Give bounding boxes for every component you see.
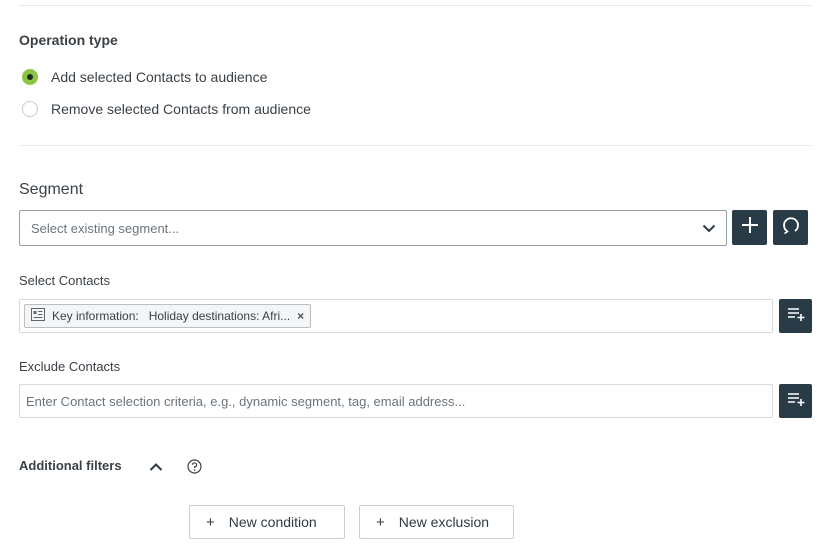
top-divider [19,5,812,6]
chevron-down-icon [702,221,716,240]
select-contacts-field[interactable]: Key information: Holiday destinations: A… [19,299,773,333]
plus-icon [741,216,759,239]
radio-label: Add selected Contacts to audience [51,69,268,85]
refresh-icon [782,216,800,239]
exclude-contacts-input[interactable]: Enter Contact selection criteria, e.g., … [19,384,773,418]
radio-label: Remove selected Contacts from audience [51,101,311,117]
operation-type-heading: Operation type [19,32,118,48]
exclude-contacts-placeholder: Enter Contact selection criteria, e.g., … [26,394,466,409]
new-condition-button[interactable]: + New condition [189,505,345,539]
select-contacts-label: Select Contacts [19,273,111,288]
additional-filters-label[interactable]: Additional filters [19,458,122,473]
plus-icon: + [376,513,385,531]
exclude-contacts-list-button[interactable] [779,384,812,418]
section-divider [19,145,812,146]
radio-add-contacts[interactable]: Add selected Contacts to audience [22,67,267,87]
chip-text: Key information: Holiday destinations: A… [52,309,291,323]
radio-remove-contacts[interactable]: Remove selected Contacts from audience [22,99,311,119]
new-exclusion-button[interactable]: + New exclusion [359,505,514,539]
question-circle-icon[interactable] [187,459,202,479]
list-add-icon [787,307,805,326]
refresh-segments-button[interactable] [773,210,808,245]
criteria-chip: Key information: Holiday destinations: A… [24,304,312,328]
select-contacts-list-button[interactable] [779,299,812,333]
segment-select-placeholder: Select existing segment... [31,221,180,236]
contact-card-icon [31,308,45,324]
add-segment-button[interactable] [732,210,767,245]
segment-select[interactable]: Select existing segment... [19,210,727,246]
plus-icon: + [206,513,215,531]
list-add-icon [787,392,805,411]
radio-button[interactable] [22,101,38,117]
chevron-up-icon[interactable] [149,460,163,478]
new-condition-label: New condition [228,514,317,530]
chip-remove-icon[interactable]: × [297,309,304,323]
exclude-contacts-label: Exclude Contacts [19,359,121,374]
segment-heading: Segment [19,181,84,198]
new-exclusion-label: New exclusion [398,514,490,530]
radio-button-selected[interactable] [22,69,38,85]
